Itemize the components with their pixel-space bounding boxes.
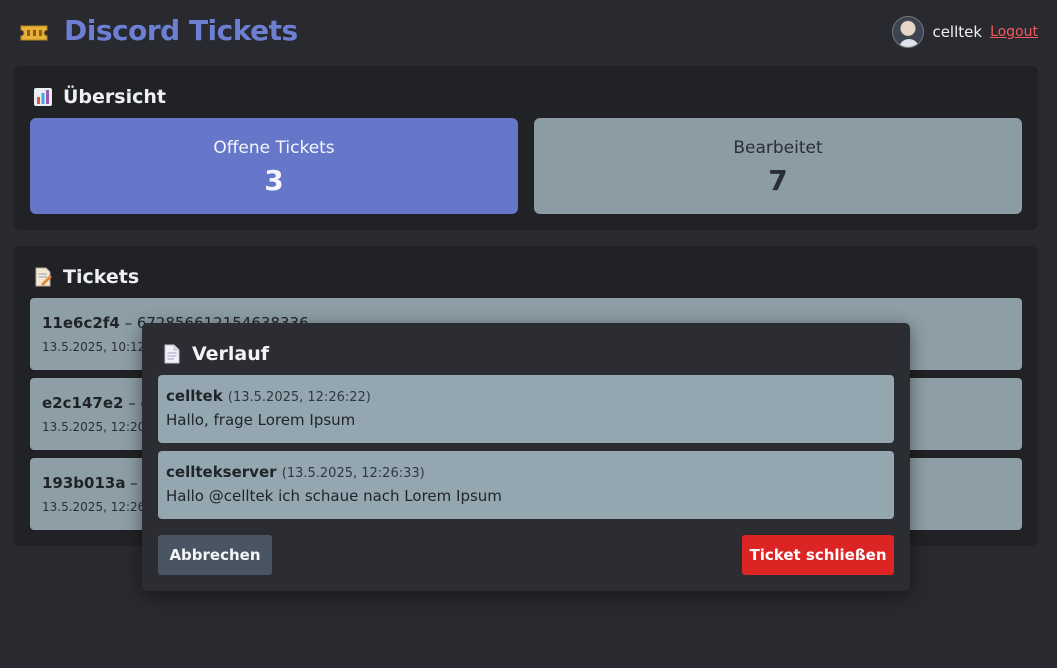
- ticket-date: 13.5.2025, 12:20:3: [42, 420, 157, 434]
- ticket-date: 13.5.2025, 12:26:1: [42, 500, 157, 514]
- close-ticket-button[interactable]: Ticket schließen: [742, 535, 894, 575]
- history-modal: Verlauf celltek (13.5.2025, 12:26:22) Ha…: [142, 323, 910, 591]
- stat-value: 7: [768, 164, 788, 197]
- message-time: (13.5.2025, 12:26:33): [281, 466, 425, 481]
- stat-card-processed: Bearbeitet 7: [534, 118, 1022, 214]
- bar-chart-icon: [33, 87, 53, 107]
- modal-heading: Verlauf: [162, 343, 269, 365]
- message-time: (13.5.2025, 12:26:22): [227, 390, 371, 405]
- stat-value: 3: [264, 164, 284, 197]
- cancel-button[interactable]: Abbrechen: [158, 535, 272, 575]
- stat-label: Offene Tickets: [213, 138, 335, 158]
- overview-heading: Übersicht: [33, 86, 166, 108]
- modal-heading-text: Verlauf: [192, 343, 270, 365]
- ticket-id: e2c147e2: [42, 394, 124, 412]
- ticket-id: 193b013a: [42, 474, 126, 492]
- ticket-id: 11e6c2f4: [42, 314, 120, 332]
- message-text: Hallo @celltek ich schaue nach Lorem Ips…: [166, 487, 502, 505]
- memo-icon: [33, 267, 53, 287]
- message-header: celltek (13.5.2025, 12:26:22): [166, 387, 371, 405]
- tickets-heading: Tickets: [33, 266, 139, 288]
- overview-heading-text: Übersicht: [63, 86, 166, 108]
- document-icon: [162, 344, 182, 364]
- overview-panel: Übersicht Offene Tickets 3 Bearbeitet 7: [14, 66, 1038, 230]
- message-author: celltek: [166, 387, 223, 405]
- tickets-heading-text: Tickets: [63, 266, 140, 288]
- ticket-title: e2c147e2 – ce: [42, 394, 158, 412]
- stat-label: Bearbeitet: [733, 138, 823, 158]
- stat-card-open-tickets: Offene Tickets 3: [30, 118, 518, 214]
- app-header: Discord Tickets celltek Logout: [0, 0, 1057, 66]
- username: celltek: [932, 23, 983, 41]
- message-author: celltekserver: [166, 463, 277, 481]
- user-area: celltek Logout: [892, 16, 1038, 48]
- message-header: celltekserver (13.5.2025, 12:26:33): [166, 463, 425, 481]
- avatar: [892, 16, 925, 48]
- message-item: celltek (13.5.2025, 12:26:22) Hallo, fra…: [158, 375, 894, 443]
- ticket-date: 13.5.2025, 10:12:3: [42, 340, 157, 354]
- message-text: Hallo, frage Lorem Ipsum: [166, 411, 356, 429]
- app-title: Discord Tickets: [64, 14, 298, 47]
- ticket-icon: [19, 24, 49, 42]
- message-item: celltekserver (13.5.2025, 12:26:33) Hall…: [158, 451, 894, 519]
- logout-link[interactable]: Logout: [990, 24, 1038, 40]
